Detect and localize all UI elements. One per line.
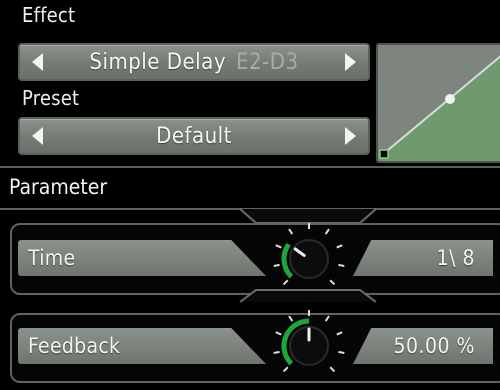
preset-name: Default (156, 123, 232, 149)
knob-tick (288, 228, 294, 235)
knob-tick (324, 228, 330, 235)
knob-tick (282, 366, 289, 373)
response-curve (379, 55, 500, 161)
preset-selector[interactable]: Default (18, 117, 370, 155)
next-effect-icon[interactable] (345, 53, 356, 71)
parameter-title: Parameter (9, 175, 108, 199)
knob-tick (336, 244, 343, 249)
previous-preset-icon[interactable] (32, 127, 43, 145)
knob-tick (329, 366, 336, 373)
time-label: Time (18, 240, 266, 276)
previous-effect-icon[interactable] (32, 53, 43, 71)
knob-tick (336, 331, 343, 336)
knob-tick (288, 315, 294, 322)
curve-start-handle[interactable] (379, 149, 389, 159)
knob-tick (273, 350, 280, 355)
feedback-value[interactable]: 50.00 % (353, 328, 493, 364)
knob-tick (329, 279, 336, 286)
preset-label: Preset (22, 86, 80, 110)
response-graph[interactable] (376, 43, 500, 163)
knob-tick (275, 331, 282, 336)
effect-name: Simple Delay (89, 49, 227, 75)
next-preset-icon[interactable] (345, 127, 356, 145)
knob-tick (282, 279, 289, 286)
feedback-knob[interactable] (264, 300, 354, 390)
feedback-label: Feedback (18, 328, 266, 364)
knob-tick (273, 263, 280, 268)
time-knob-body (289, 239, 329, 279)
curve-control-point[interactable] (445, 94, 455, 104)
knob-tick (338, 263, 345, 268)
knob-tick (324, 315, 330, 322)
knob-tick (275, 244, 282, 249)
knob-tick (338, 350, 345, 355)
effect-range: E2-D3 (236, 49, 299, 75)
time-value[interactable]: 1\ 8 (353, 240, 493, 276)
effect-label: Effect (22, 3, 76, 27)
parameter-header: Parameter (0, 166, 500, 208)
effect-selector[interactable]: Simple Delay E2-D3 (18, 43, 370, 81)
